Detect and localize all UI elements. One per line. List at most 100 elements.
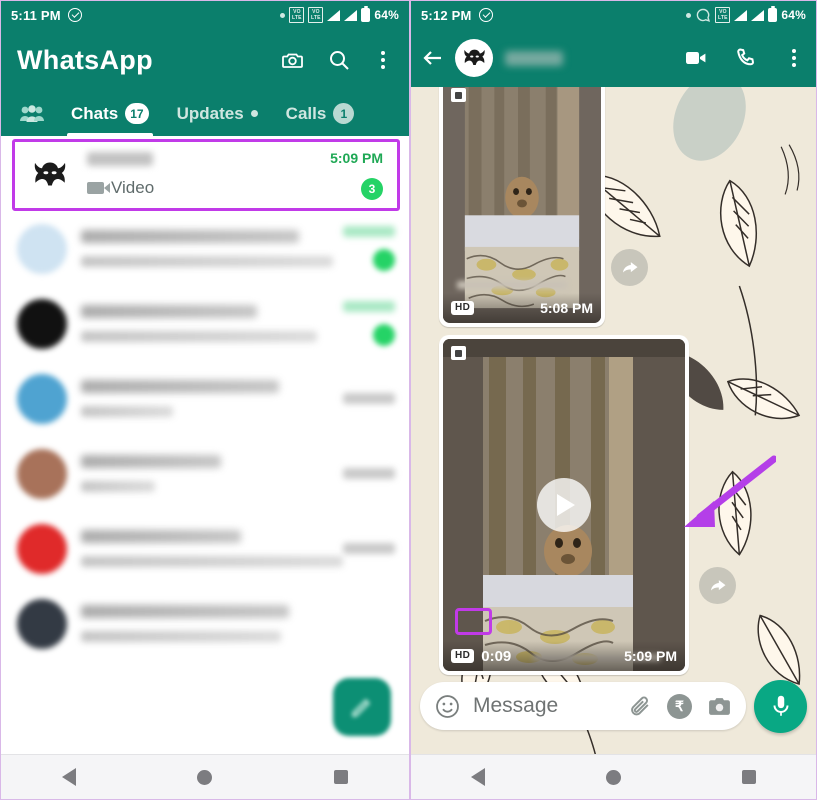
chat-timestamp-redacted [343, 543, 395, 554]
forward-button[interactable] [611, 249, 648, 286]
dot-icon [686, 12, 692, 18]
message-timestamp: 5:09 PM [624, 648, 677, 664]
chat-meta [331, 393, 395, 404]
contact-name-redacted [87, 152, 153, 166]
android-nav-bar[interactable] [1, 754, 409, 799]
tab-updates-label: Updates [176, 103, 244, 123]
chat-preview: Video [87, 178, 319, 198]
avatar [17, 298, 67, 349]
new-chat-icon [352, 698, 371, 717]
check-circle-icon [67, 8, 82, 22]
home-icon[interactable] [605, 769, 621, 785]
home-icon[interactable] [197, 769, 213, 785]
microphone-fab[interactable] [754, 679, 807, 733]
tab-updates[interactable]: Updates [163, 91, 272, 136]
left-phone-screen: 5:11 PM VO LTE VO LTE 64% WhatsApp Chats… [0, 0, 410, 800]
camera-icon[interactable] [707, 694, 732, 719]
chat-preview-redacted [81, 631, 281, 642]
tab-calls[interactable]: Calls 1 [272, 91, 369, 136]
chat-meta [331, 301, 395, 346]
video-thumbnail[interactable]: HD 5:08 PM [443, 87, 601, 323]
rupee-icon[interactable]: ₹ [667, 693, 692, 719]
conversation-area[interactable]: HD 5:08 PM HD 0:09 5:09 PM Message ₹ [411, 87, 816, 784]
message-input-placeholder[interactable]: Message [473, 694, 615, 718]
chat-content [67, 305, 331, 342]
chat-row[interactable] [1, 211, 409, 286]
annotation-arrow-icon [684, 455, 776, 527]
video-format-icon [451, 88, 466, 102]
chat-list[interactable]: Video 5:09 PM 3 [1, 136, 409, 788]
chat-timestamp: 5:09 PM [330, 150, 383, 166]
recents-icon[interactable] [334, 770, 349, 784]
overflow-menu-icon[interactable] [784, 49, 804, 67]
overflow-menu-icon[interactable] [373, 51, 393, 69]
chat-timestamp-redacted [343, 468, 395, 479]
signal-icon [344, 9, 358, 21]
contact-name-redacted [81, 605, 289, 618]
chat-row[interactable] [1, 586, 409, 661]
chat-row[interactable] [1, 436, 409, 511]
message-meta: HD 0:09 5:09 PM [443, 641, 685, 671]
video-call-icon[interactable] [684, 46, 708, 70]
volte-icon: VO LTE [308, 7, 324, 23]
unread-badge: 3 [361, 178, 383, 200]
contact-name-redacted [81, 230, 299, 243]
microphone-icon [773, 695, 788, 716]
tab-updates-dot-icon [250, 110, 258, 117]
status-bar: 5:11 PM VO LTE VO LTE 64% [1, 1, 409, 29]
forward-button[interactable] [699, 567, 736, 604]
contact-name-redacted [81, 455, 221, 468]
volte-icon: VO LTE [715, 7, 731, 23]
avatar [17, 223, 67, 274]
batman-avatar [25, 150, 75, 200]
tab-communities[interactable] [9, 91, 57, 136]
tab-chats-badge: 17 [125, 103, 149, 124]
back-icon[interactable] [471, 768, 486, 786]
chat-row[interactable] [1, 511, 409, 586]
status-bar-right-icons: VO LTE VO LTE 64% [280, 6, 399, 23]
signal-icon [751, 9, 765, 21]
message-input-pill[interactable]: Message ₹ [420, 682, 746, 730]
status-bar-time: 5:12 PM [421, 7, 472, 23]
video-format-icon [451, 346, 466, 360]
chat-content [67, 380, 331, 417]
message-timestamp: 5:08 PM [540, 300, 593, 316]
paperclip-icon[interactable] [627, 694, 652, 719]
app-bar: WhatsApp [1, 29, 409, 91]
forward-arrow-icon [622, 261, 637, 272]
play-button[interactable] [537, 478, 591, 532]
emoji-icon[interactable] [434, 693, 461, 720]
camera-icon[interactable] [281, 48, 305, 72]
batman-icon [34, 162, 66, 186]
whatsapp-status-icon [697, 8, 711, 22]
battery-percent: 64% [781, 8, 806, 22]
message-bubble-video-1[interactable]: HD 5:08 PM [439, 87, 605, 327]
video-duration: 0:09 [481, 647, 512, 665]
signal-icon [327, 9, 341, 21]
voice-call-icon[interactable] [734, 46, 758, 70]
tab-chats-label: Chats [71, 103, 119, 123]
chat-row[interactable] [1, 286, 409, 361]
batman-avatar[interactable] [455, 39, 493, 77]
avatar [17, 598, 67, 649]
recents-icon[interactable] [741, 770, 756, 784]
chat-row-highlighted[interactable]: Video 5:09 PM 3 [12, 139, 400, 211]
volte-icon: VO LTE [289, 7, 305, 23]
search-icon[interactable] [327, 48, 351, 72]
app-bar-actions [281, 48, 393, 72]
chat-meta [331, 468, 395, 479]
chat-timestamp-redacted [343, 393, 395, 404]
signal-icon [734, 9, 748, 21]
contact-name-redacted [505, 50, 563, 66]
chat-content [67, 455, 331, 492]
chat-preview-redacted [81, 556, 343, 567]
android-nav-bar[interactable] [411, 754, 816, 799]
new-chat-fab[interactable] [333, 678, 391, 736]
tab-chats[interactable]: Chats 17 [57, 91, 163, 136]
message-bubble-video-2[interactable]: HD 0:09 5:09 PM [439, 335, 689, 675]
chat-row[interactable] [1, 361, 409, 436]
hd-badge: HD [451, 301, 475, 315]
back-icon[interactable] [61, 768, 76, 786]
back-arrow-icon[interactable] [421, 46, 445, 70]
chat-content [67, 605, 395, 642]
